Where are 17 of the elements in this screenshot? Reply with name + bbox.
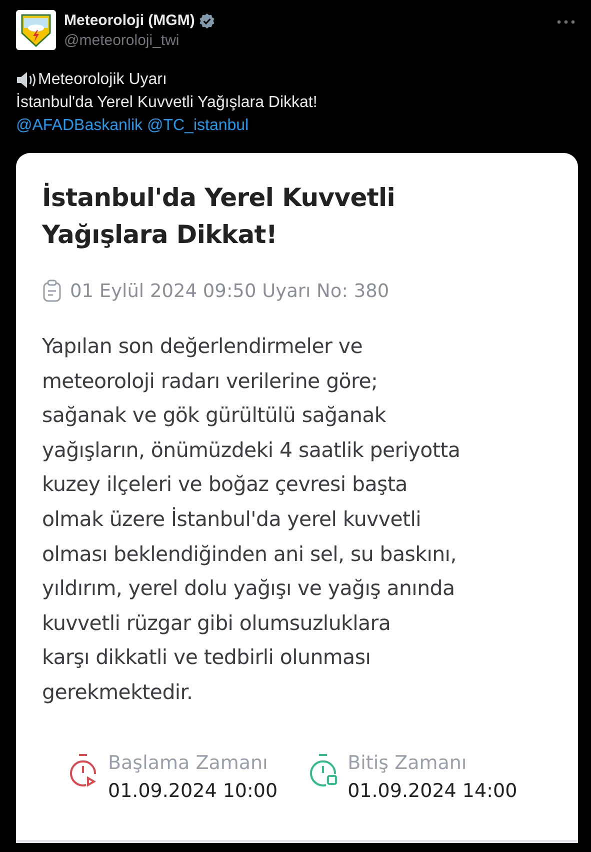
speaker-icon: [16, 70, 38, 88]
time-value: 01.09.2024 14:00: [348, 780, 518, 802]
time-label: Bitiş Zamanı: [348, 752, 468, 774]
time-value: 01.09.2024 10:00: [108, 780, 278, 802]
more-icon[interactable]: [557, 20, 575, 24]
clipboard-icon: [42, 279, 62, 303]
avatar-logo[interactable]: [16, 10, 56, 50]
tweet-text: İstanbul'da Yerel Kuvvetli Yağışlara Dikkat!: [16, 92, 318, 113]
card-title: İstanbul'da Yerel Kuvvetli Yağışlara Dikkat!: [42, 182, 396, 251]
account-name[interactable]: Meteoroloji (MGM): [64, 12, 195, 29]
account-handle[interactable]: @meteoroloji_twi: [64, 32, 549, 49]
time-label: Başlama Zamanı: [108, 752, 269, 774]
mention-link[interactable]: @TC_istanbul: [146, 117, 249, 134]
tweet-heading: Meteorolojik Uyarı: [38, 70, 167, 90]
alert-meta: 01 Eylül 2024 09:50 Uyarı No: 380: [70, 280, 390, 302]
alert-body: Yapılan son değerlendirmeler ve meteoroloji radarı verilerine göre; sağanak ve gök gürültülü sağanak yağışların, önümüzdeki 4 saatlik periyotta kuzey ilçeleri ve boğaz çevresi başta olmak üzere İstanbul'da yerel kuvvetli olması beklendiğinden ani sel, su baskını, yıldırım, yerel dolu yağışı ve yağış anında kuvvetli rüzgar gibi olumsuzluklara karşı dikkatli ve tedbirli olunması gerekmektedir.: [42, 333, 462, 706]
mention-link[interactable]: @AFADBaskanlik: [16, 117, 143, 134]
